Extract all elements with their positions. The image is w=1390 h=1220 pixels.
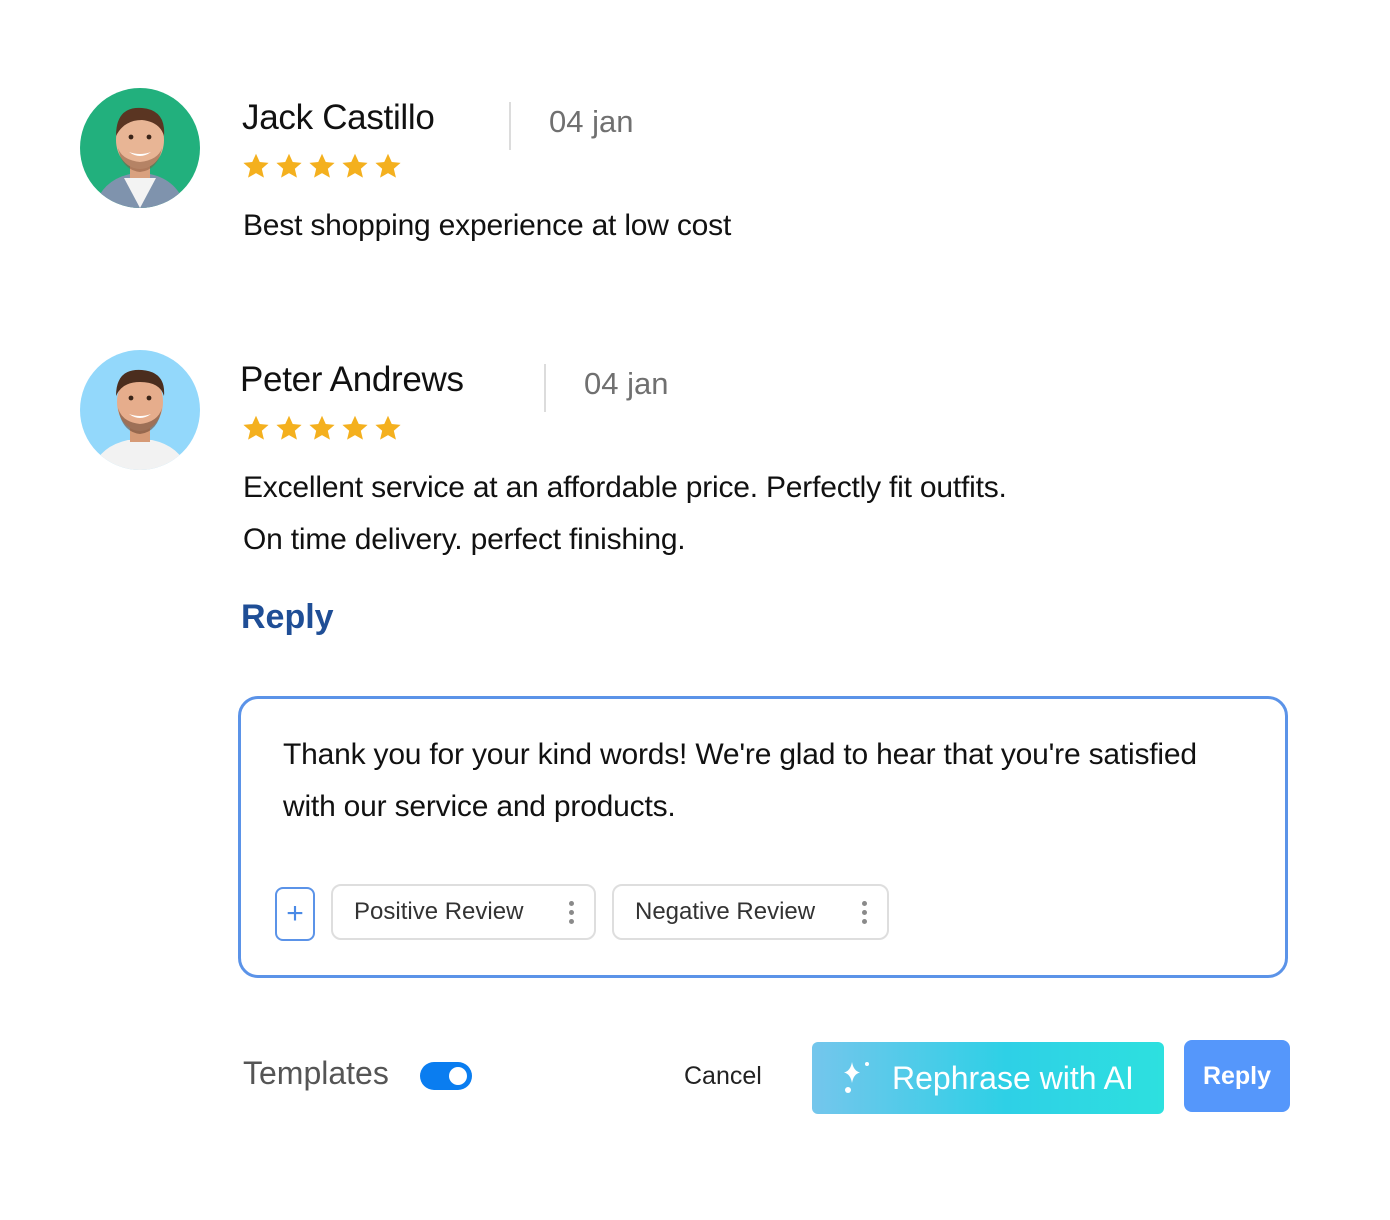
rephrase-with-ai-label: Rephrase with AI: [892, 1059, 1134, 1096]
header-divider: [509, 102, 511, 150]
avatar: [80, 88, 200, 208]
cancel-button[interactable]: Cancel: [684, 1062, 762, 1091]
header-divider: [544, 364, 546, 412]
star-icon: [276, 153, 302, 178]
reply-text-input[interactable]: Thank you for your kind words! We're gla…: [283, 729, 1243, 839]
review-date: 04 jan: [549, 104, 634, 139]
star-icon: [375, 153, 401, 178]
templates-toggle[interactable]: [420, 1062, 472, 1090]
avatar: [80, 350, 200, 470]
template-chip-negative-review[interactable]: Negative Review: [612, 884, 889, 940]
template-chip-label: Positive Review: [354, 898, 524, 925]
star-icon: [342, 415, 368, 440]
star-icon: [342, 153, 368, 178]
template-chip-positive-review[interactable]: Positive Review: [331, 884, 596, 940]
person-avatar-icon: [80, 350, 200, 470]
review-text: Best shopping experience at low cost: [243, 209, 732, 242]
toggle-knob: [449, 1067, 467, 1085]
star-icon: [243, 153, 269, 178]
star-rating: [242, 414, 402, 442]
plus-icon: +: [286, 897, 304, 930]
add-template-button[interactable]: +: [275, 887, 315, 941]
star-icon: [309, 415, 335, 440]
reply-footer: Templates Cancel Rephrase with AI Reply: [0, 1040, 1390, 1115]
reviewer-name: Jack Castillo: [242, 98, 435, 137]
star-icon: [243, 415, 269, 440]
sparkle-icon: [844, 1062, 869, 1093]
template-chips: + Positive Review Negative Review: [275, 883, 889, 941]
reply-editor: Thank you for your kind words! We're gla…: [238, 696, 1288, 978]
star-icon: [276, 415, 302, 440]
review-text: Excellent service at an affordable price…: [243, 471, 1007, 556]
reviewer-name: Peter Andrews: [240, 360, 464, 399]
review-date: 04 jan: [584, 366, 669, 401]
kebab-menu-icon[interactable]: [862, 900, 867, 924]
templates-label: Templates: [243, 1055, 389, 1091]
rephrase-with-ai-button[interactable]: Rephrase with AI: [812, 1042, 1164, 1114]
reply-heading-link[interactable]: Reply: [241, 598, 334, 637]
reply-button[interactable]: Reply: [1184, 1040, 1290, 1112]
star-icon: [309, 153, 335, 178]
kebab-menu-icon[interactable]: [569, 900, 574, 924]
star-rating: [242, 152, 402, 180]
template-chip-label: Negative Review: [635, 898, 816, 925]
person-avatar-icon: [80, 88, 200, 208]
star-icon: [375, 415, 401, 440]
